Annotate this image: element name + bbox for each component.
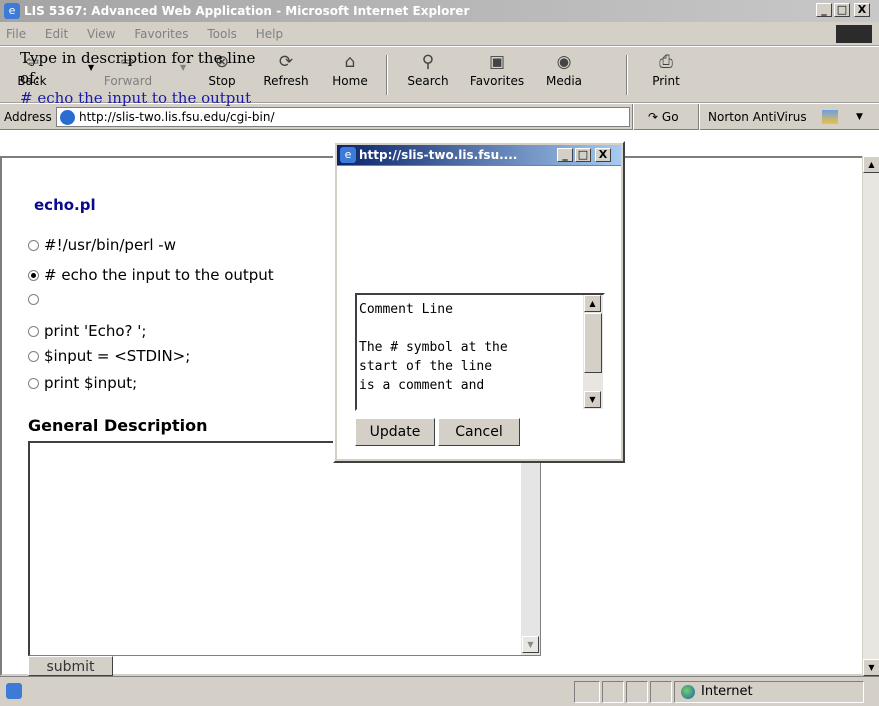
windows-logo-icon: [836, 25, 872, 43]
popup-minimize-button[interactable]: _: [557, 148, 573, 162]
line-option[interactable]: print 'Echo? ';: [28, 322, 146, 340]
status-bar: Internet: [0, 676, 879, 706]
page-scrollbar[interactable]: ▲ ▼: [862, 156, 879, 676]
toolbar-separator: [386, 55, 388, 95]
favorites-button[interactable]: ▣ Favorites: [462, 50, 532, 98]
menu-file[interactable]: File: [6, 27, 26, 41]
media-icon: ◉: [556, 52, 572, 72]
norton-icon: [822, 110, 838, 124]
popup-ie-icon: e: [340, 147, 356, 163]
radio-button[interactable]: [28, 351, 39, 362]
scroll-down-icon[interactable]: ▼: [863, 659, 879, 676]
line-text: print 'Echo? ';: [44, 322, 147, 340]
norton-dropdown-icon[interactable]: ▼: [856, 104, 863, 130]
go-arrow-icon: ↷: [648, 110, 659, 124]
menu-help[interactable]: Help: [256, 27, 283, 41]
popup-scroll-thumb[interactable]: [584, 313, 602, 373]
refresh-label: Refresh: [263, 74, 309, 88]
general-description-heading: General Description: [28, 416, 208, 435]
maximize-button[interactable]: □: [834, 3, 850, 17]
textarea-scrollbar[interactable]: ▼: [521, 443, 540, 655]
status-panel: [650, 681, 672, 703]
radio-button[interactable]: [28, 326, 39, 337]
line-option[interactable]: $input = <STDIN>;: [28, 347, 190, 365]
address-separator: [632, 104, 634, 130]
ie-logo-icon: e: [4, 3, 20, 19]
search-button[interactable]: ⚲ Search: [398, 50, 458, 98]
line-text: print $input;: [44, 374, 138, 392]
line-option[interactable]: print $input;: [28, 374, 137, 392]
home-label: Home: [332, 74, 368, 88]
page-status-icon: [6, 683, 22, 699]
search-icon: ⚲: [421, 52, 435, 72]
search-label: Search: [407, 74, 449, 88]
media-label: Media: [545, 74, 583, 88]
favorites-icon: ▣: [488, 52, 506, 72]
line-option[interactable]: # echo the input to the output: [28, 266, 274, 284]
cancel-button[interactable]: Cancel: [438, 418, 520, 446]
address-separator: [698, 104, 700, 130]
menu-favorites[interactable]: Favorites: [134, 27, 188, 41]
page-icon: [60, 110, 75, 125]
close-button[interactable]: X: [854, 3, 870, 17]
popup-scroll-down-icon[interactable]: ▼: [584, 391, 601, 408]
window-title: LIS 5367: Advanced Web Application - Mic…: [24, 4, 470, 18]
line-option[interactable]: #!/usr/bin/perl -w: [28, 236, 176, 254]
popup-line-text: # echo the input to the output: [20, 89, 252, 107]
radio-button[interactable]: [28, 294, 39, 305]
line-text: # echo the input to the output: [44, 266, 274, 284]
textarea-scroll-down-icon[interactable]: ▼: [522, 636, 539, 653]
minimize-button[interactable]: _: [816, 3, 832, 17]
norton-antivirus-button[interactable]: Norton AntiVirus: [708, 104, 807, 130]
toolbar-separator: [626, 55, 628, 95]
window-title-bar: LIS 5367: Advanced Web Application - Mic…: [0, 0, 879, 22]
go-label: Go: [661, 110, 679, 124]
line-text: #!/usr/bin/perl -w: [44, 236, 176, 254]
radio-button-selected[interactable]: [28, 270, 39, 281]
popup-textarea-scrollbar[interactable]: ▲ ▼: [583, 295, 603, 409]
media-button[interactable]: ◉ Media: [534, 50, 594, 98]
print-label: Print: [652, 74, 680, 88]
go-button[interactable]: ↷ Go: [648, 104, 679, 130]
radio-button[interactable]: [28, 378, 39, 389]
menu-view[interactable]: View: [87, 27, 115, 41]
scroll-up-icon[interactable]: ▲: [863, 156, 879, 173]
popup-maximize-button[interactable]: □: [575, 148, 591, 162]
radio-button[interactable]: [28, 240, 39, 251]
popup-title: http://slis-two.lis.fsu....: [359, 148, 518, 162]
menu-bar: File Edit View Favorites Tools Help: [0, 22, 879, 46]
address-input[interactable]: http://slis-two.lis.fsu.edu/cgi-bin/: [56, 107, 630, 127]
home-icon: ⌂: [344, 52, 356, 72]
internet-globe-icon: [681, 685, 695, 699]
zone-label: Internet: [701, 684, 753, 699]
status-panel: [626, 681, 648, 703]
update-button[interactable]: Update: [355, 418, 435, 446]
line-option[interactable]: [28, 290, 44, 308]
popup-prompt: Type in description for the line of:: [20, 49, 256, 87]
zone-panel: Internet: [674, 681, 864, 703]
popup-scroll-up-icon[interactable]: ▲: [584, 295, 601, 312]
line-text: $input = <STDIN>;: [44, 347, 191, 365]
submit-button[interactable]: submit: [28, 656, 113, 676]
status-panel: [574, 681, 600, 703]
popup-prompt-block: Type in description for the line of: # e…: [20, 48, 270, 108]
popup-close-button[interactable]: X: [595, 148, 611, 162]
menu-edit[interactable]: Edit: [45, 27, 68, 41]
home-button[interactable]: ⌂ Home: [320, 50, 380, 98]
general-description-textarea[interactable]: [28, 441, 541, 656]
page-title: echo.pl: [34, 196, 96, 214]
status-panel: [602, 681, 624, 703]
print-icon: ⎙: [659, 52, 673, 72]
print-button[interactable]: ⎙ Print: [636, 50, 696, 98]
favorites-label: Favorites: [469, 74, 525, 88]
menu-tools[interactable]: Tools: [207, 27, 237, 41]
popup-textarea-text: Comment Line The # symbol at the start o…: [359, 302, 508, 393]
